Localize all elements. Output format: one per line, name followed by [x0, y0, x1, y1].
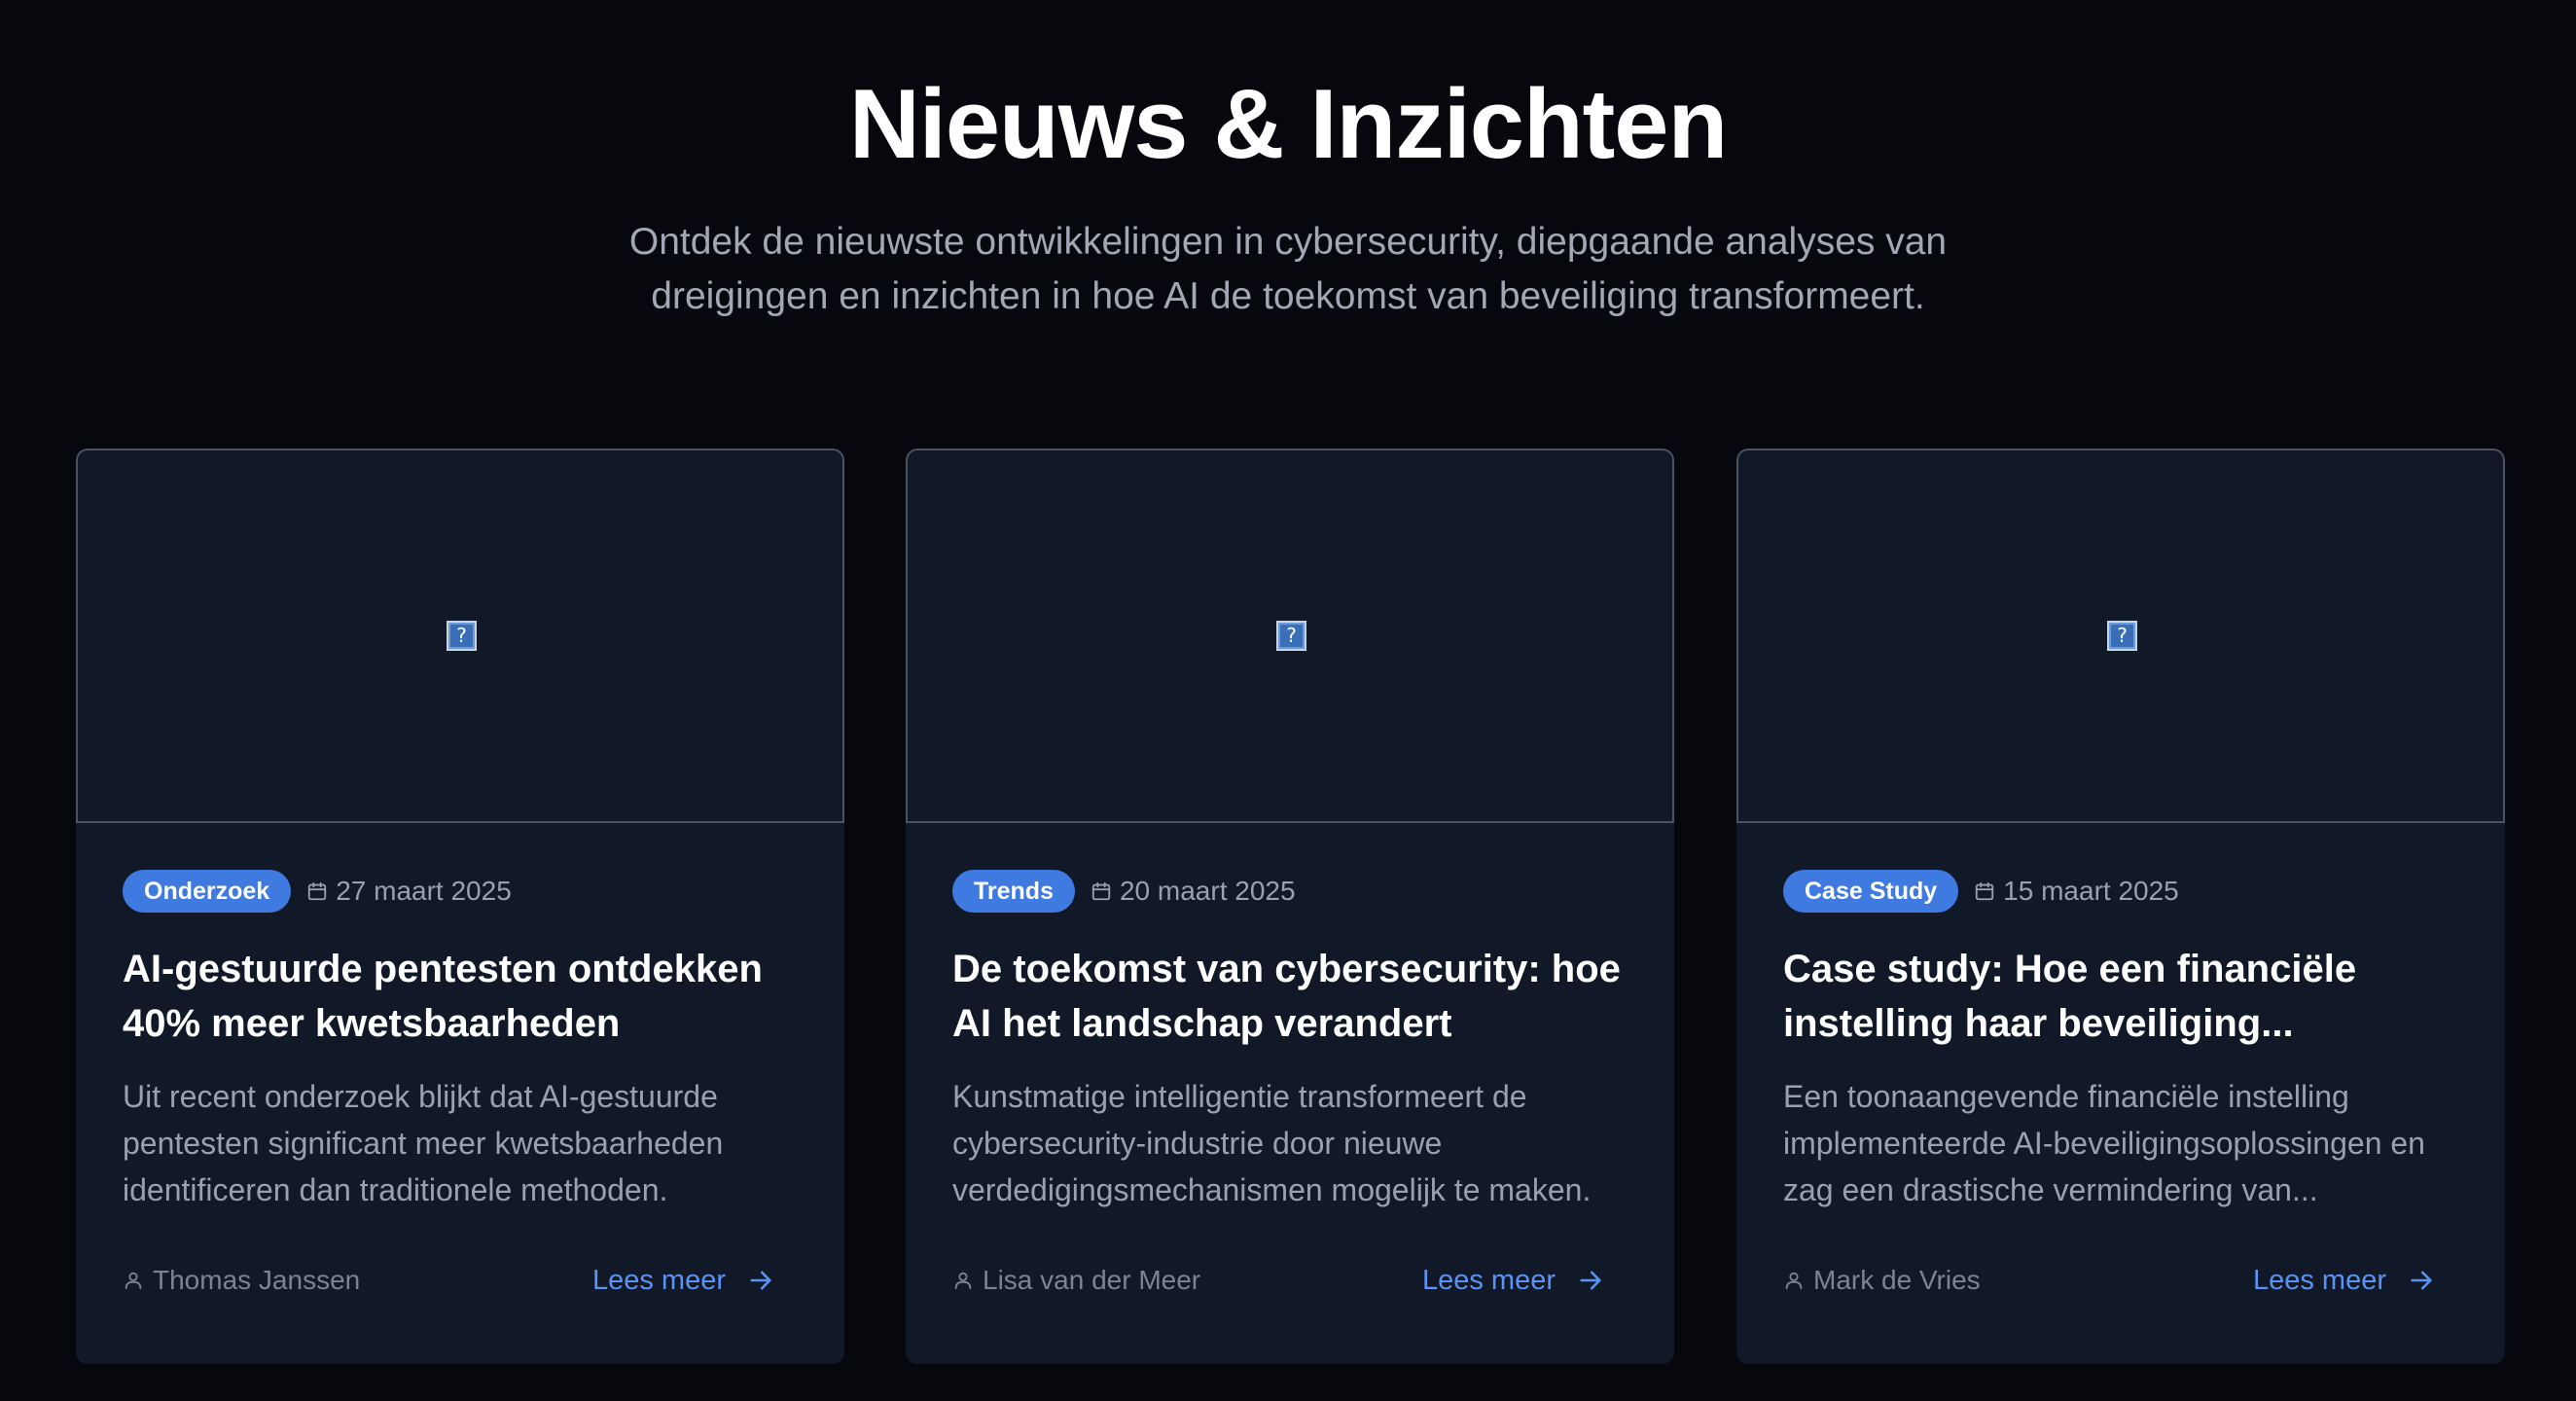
- article-image[interactable]: ?: [906, 449, 1674, 823]
- article-date: 15 maart 2025: [1974, 876, 2179, 907]
- article-meta: Onderzoek 27 maart 2025: [123, 870, 512, 913]
- article-card[interactable]: ? Onderzoek 27 maart 2025 AI-gestuurde p…: [76, 449, 844, 1364]
- article-meta: Trends 20 maart 2025: [952, 870, 1296, 913]
- broken-image-icon: ?: [2107, 621, 2137, 651]
- article-date-text: 20 maart 2025: [1119, 876, 1296, 906]
- user-icon: [1785, 1272, 1803, 1290]
- calendar-icon: [308, 881, 327, 901]
- article-author: Mark de Vries: [1783, 1261, 1981, 1300]
- read-more-label: Lees meer: [1421, 1264, 1556, 1296]
- section-subtitle: Ontdek de nieuwste ontwikkelingen in cyb…: [628, 221, 1948, 317]
- calendar-icon: [1976, 881, 1994, 901]
- article-title[interactable]: AI-gestuurde pentesten ontdekken 40% mee…: [123, 942, 804, 1051]
- broken-image-icon: ?: [1276, 621, 1306, 651]
- category-badge: Onderzoek: [123, 870, 292, 913]
- article-title[interactable]: Case study: Hoe een financiële instellin…: [1783, 942, 2464, 1051]
- article-date: 20 maart 2025: [1091, 876, 1296, 907]
- read-more-link[interactable]: Lees meer: [2253, 1261, 2435, 1300]
- arrow-right-icon: [2411, 1271, 2432, 1290]
- article-author: Thomas Janssen: [123, 1261, 360, 1300]
- article-excerpt: Kunstmatige intelligentie transformeert …: [952, 1079, 1592, 1207]
- article-card[interactable]: ? Case Study 15 maart 2025 Case study: H…: [1736, 449, 2505, 1364]
- article-image[interactable]: ?: [76, 449, 844, 823]
- calendar-icon: [1091, 881, 1111, 901]
- user-icon: [125, 1272, 142, 1290]
- article-card[interactable]: ? Trends 20 maart 2025 De toekomst van c…: [906, 449, 1674, 1364]
- article-excerpt: Een toonaangevende financiële instelling…: [1783, 1079, 2425, 1207]
- user-icon: [954, 1272, 972, 1290]
- read-more-link[interactable]: Lees meer: [1422, 1261, 1604, 1300]
- article-author-name: Thomas Janssen: [153, 1265, 361, 1295]
- article-title[interactable]: De toekomst van cybersecurity: hoe AI he…: [952, 942, 1633, 1051]
- article-meta: Case Study 15 maart 2025: [1783, 870, 2179, 913]
- article-image[interactable]: ?: [1736, 449, 2505, 823]
- category-badge: Case Study: [1783, 870, 1959, 913]
- broken-image-icon: ?: [447, 621, 477, 651]
- read-more-label: Lees meer: [2252, 1264, 2386, 1296]
- article-date-text: 27 maart 2025: [336, 876, 512, 906]
- section-title: Nieuws & Inzichten: [848, 70, 1728, 179]
- category-badge: Trends: [952, 870, 1075, 913]
- arrow-right-icon: [1580, 1271, 1601, 1290]
- read-more-label: Lees meer: [591, 1264, 726, 1296]
- news-section: Nieuws & Inzichten Ontdek de nieuwste on…: [0, 0, 2576, 1401]
- article-excerpt: Uit recent onderzoek blijkt dat AI-gestu…: [123, 1079, 724, 1207]
- article-author-name: Mark de Vries: [1813, 1265, 1981, 1295]
- article-date: 27 maart 2025: [306, 876, 512, 907]
- article-date-text: 15 maart 2025: [2003, 876, 2179, 906]
- article-author-name: Lisa van der Meer: [983, 1265, 1201, 1295]
- article-author: Lisa van der Meer: [952, 1261, 1200, 1300]
- read-more-link[interactable]: Lees meer: [592, 1261, 774, 1300]
- arrow-right-icon: [750, 1271, 771, 1290]
